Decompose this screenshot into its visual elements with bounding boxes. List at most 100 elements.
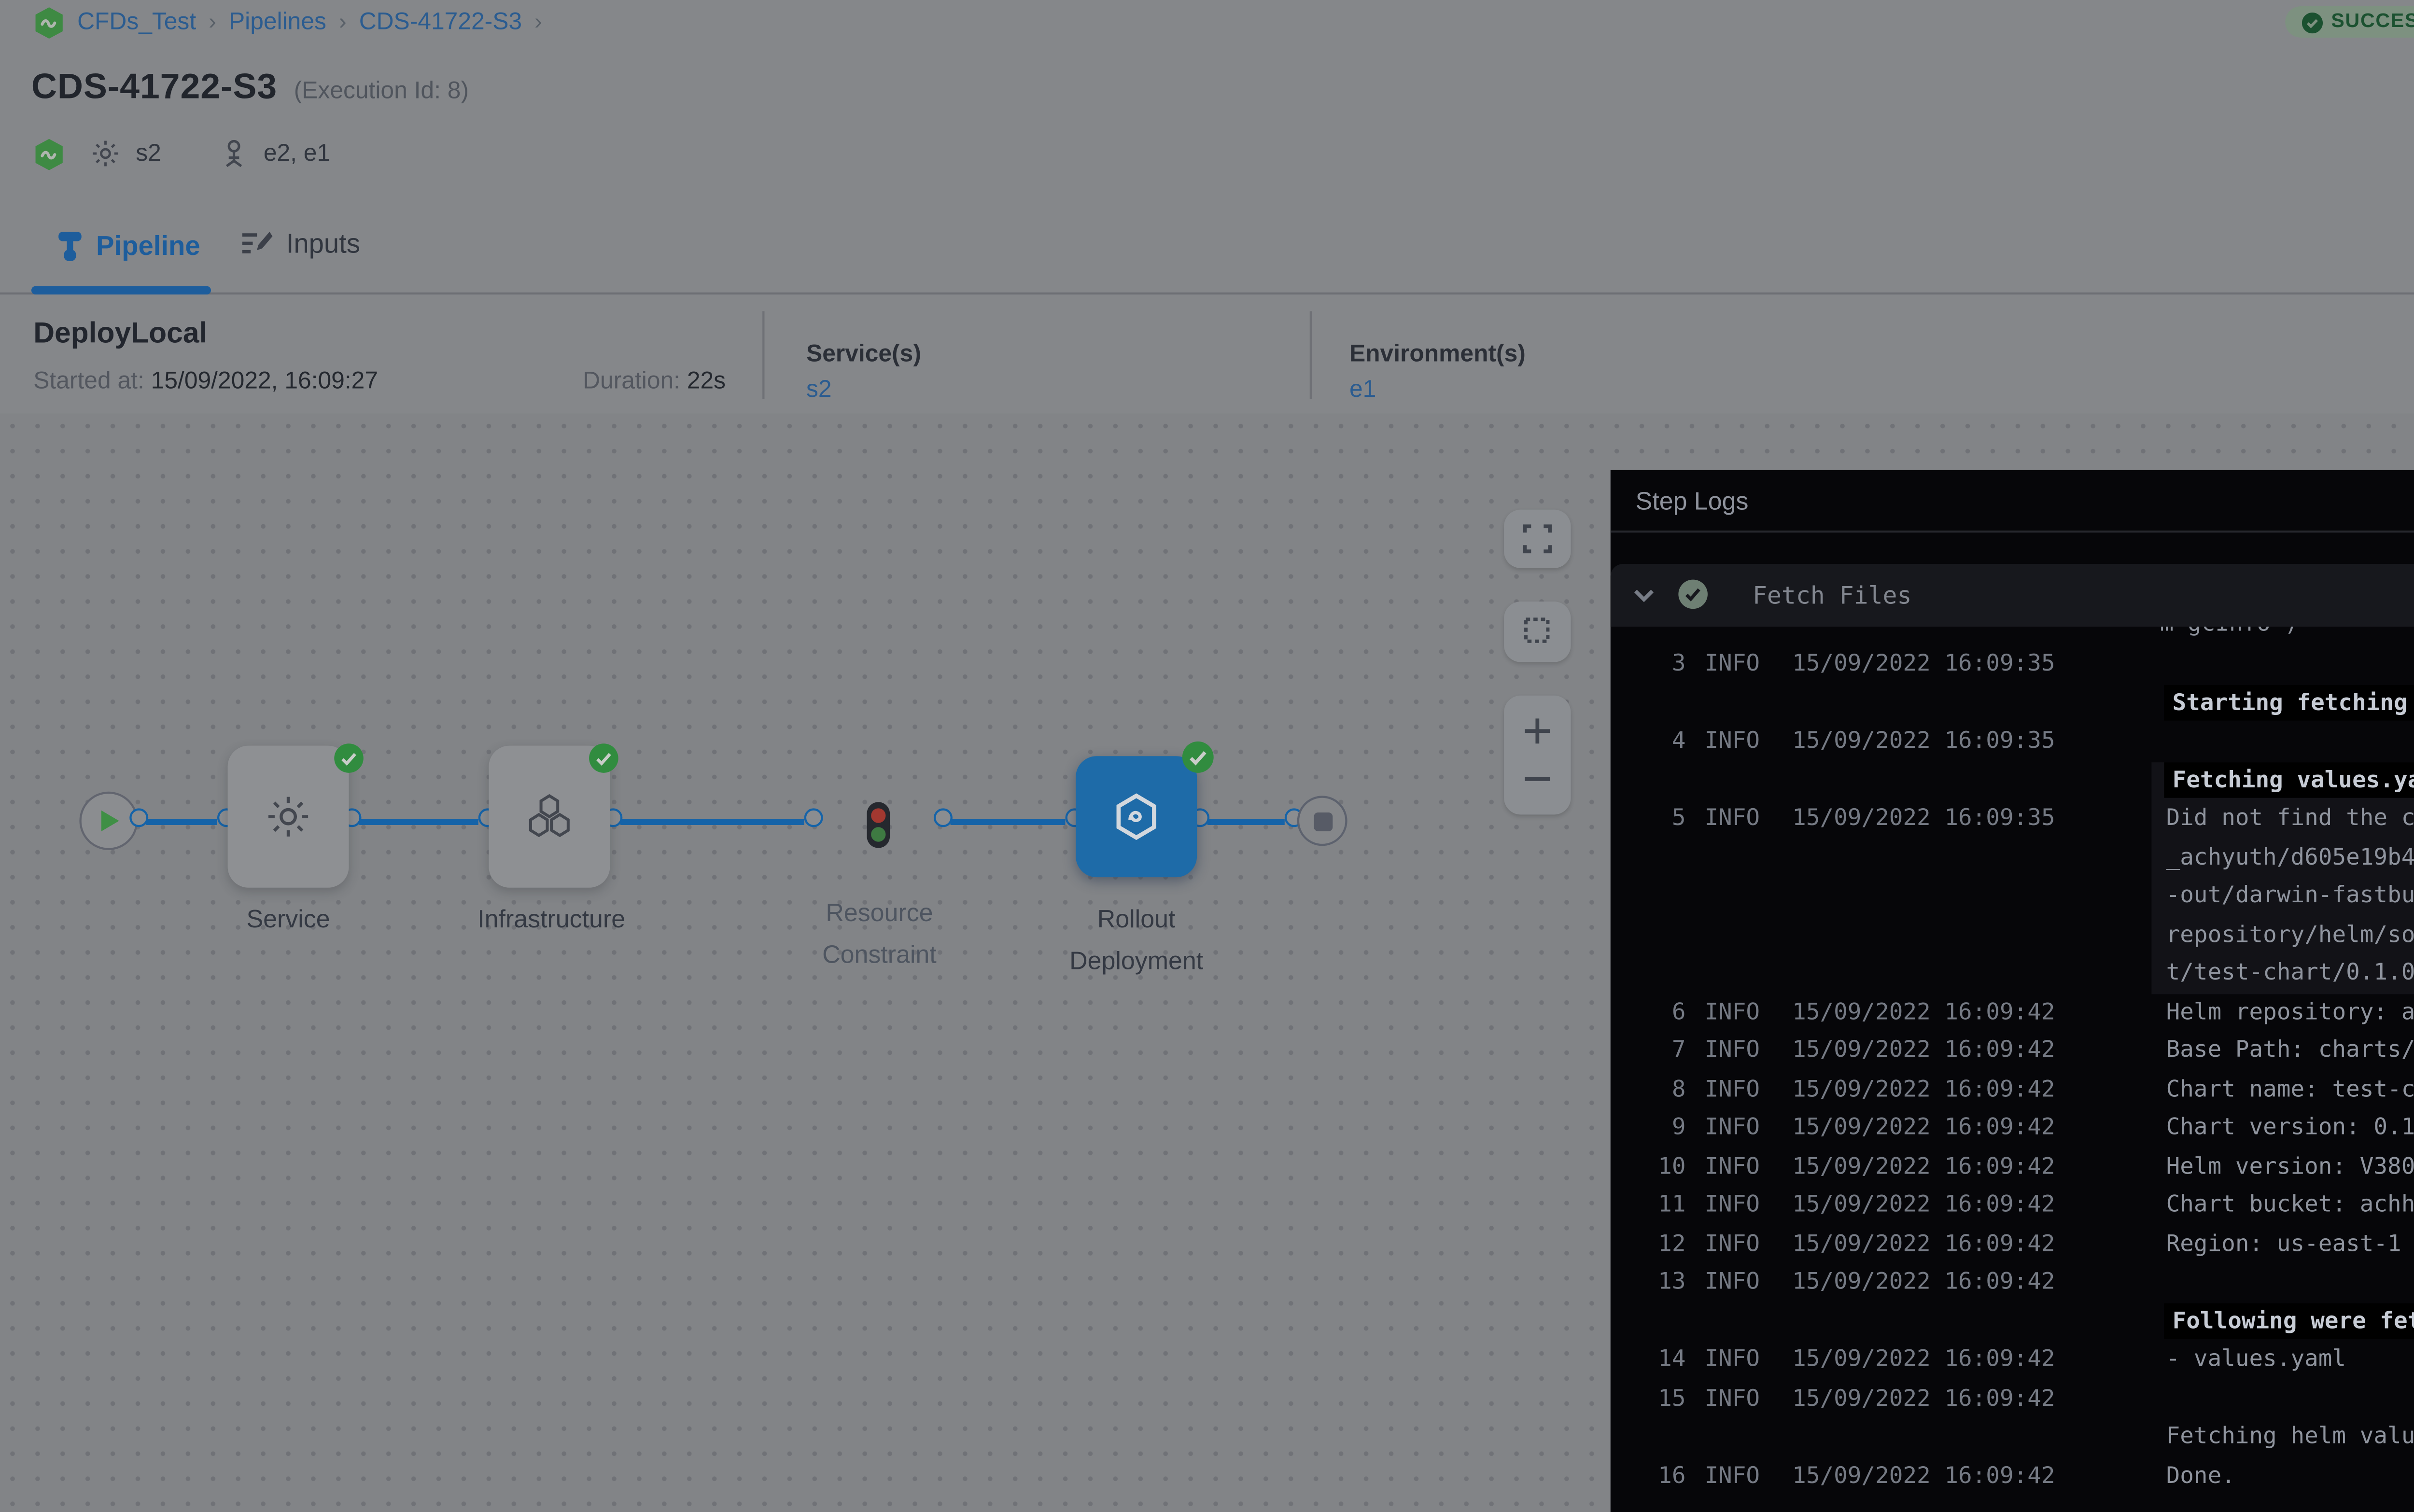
log-row[interactable]: 6INFO15/09/2022 16:09:42Helm repository:… <box>1611 993 2414 1032</box>
g-num: 12 <box>1636 1225 1686 1264</box>
g-ts: 15/09/2022 16:09:42 <box>1792 1457 2055 1496</box>
edge <box>359 818 478 825</box>
edge <box>951 818 1066 825</box>
g-level: INFO <box>1704 1264 1760 1302</box>
active-tab-underline <box>31 286 211 294</box>
log-line: Chart version: 0.1.0 <box>2166 1109 2414 1148</box>
log-row[interactable]: 11INFO15/09/2022 16:09:42Chart bucket: a… <box>1611 1186 2414 1225</box>
fullscreen-icon <box>1523 524 1552 554</box>
log-row[interactable]: 8INFO15/09/2022 16:09:42Chart name: test… <box>1611 1070 2414 1109</box>
g-num: 5 <box>1636 800 1686 839</box>
stop-icon <box>1313 812 1332 830</box>
log-row[interactable]: 3INFO15/09/2022 16:09:35Starting fetchin… <box>1611 645 2414 723</box>
app-viewport: CFDs_Test › Pipelines › CDS-41722-S3 › C… <box>0 0 2414 1512</box>
environment-tag[interactable]: e2, e1 <box>264 141 330 166</box>
g-level: INFO <box>1704 1380 1760 1418</box>
log-line <box>2166 723 2414 761</box>
environments-label: Environment(s) <box>1349 343 1526 368</box>
log-row[interactable]: 15INFO15/09/2022 16:09:42Fetching helm v… <box>1611 1380 2414 1457</box>
log-line: Following were fetched successfully : <box>2166 1302 2414 1341</box>
log-line: _achyuth/d605e19b46448ceaacb01fb4c19633a… <box>2166 839 2414 877</box>
tab-pipeline[interactable]: Pipeline <box>56 228 200 264</box>
g-level: INFO <box>1704 645 1760 684</box>
log-row[interactable]: 4INFO15/09/2022 16:09:35 <box>1611 723 2414 761</box>
g-num: 10 <box>1636 1148 1686 1186</box>
services-value[interactable]: s2 <box>806 378 832 403</box>
log-line: repository/helm/source/93602db7-89f2-317… <box>2166 916 2414 954</box>
service-node-label: Service <box>184 898 393 940</box>
tab-inputs[interactable]: Inputs <box>240 228 360 259</box>
g-ts: 15/09/2022 16:09:42 <box>1792 1186 2055 1225</box>
log-row[interactable]: 10INFO15/09/2022 16:09:42Helm version: V… <box>1611 1148 2414 1186</box>
log-line: Fetching values.yaml from helm chart rep… <box>2166 761 2414 800</box>
log-row[interactable]: 9INFO15/09/2022 16:09:42Chart version: 0… <box>1611 1109 2414 1148</box>
g-level: INFO <box>1704 1341 1760 1380</box>
play-icon <box>97 808 120 833</box>
log-line: Chart bucket: achhelmbucket <box>2166 1186 2414 1225</box>
g-level: INFO <box>1704 993 1760 1032</box>
log-row[interactable]: 14INFO15/09/2022 16:09:42- values.yaml <box>1611 1341 2414 1380</box>
services-label: Service(s) <box>806 343 921 368</box>
g-num: 4 <box>1636 723 1686 761</box>
start-node[interactable] <box>79 792 138 850</box>
g-level: INFO <box>1704 1032 1760 1070</box>
stage-duration: Duration: 22s <box>583 370 726 395</box>
breadcrumb-separator: › <box>339 11 347 36</box>
rollout-deployment-node[interactable] <box>1076 756 1197 877</box>
breadcrumb: CFDs_Test › Pipelines › CDS-41722-S3 › <box>33 6 542 40</box>
g-ts: 15/09/2022 16:09:35 <box>1792 723 2055 761</box>
execution-id: (Execution Id: 8) <box>294 79 469 104</box>
service-tag[interactable]: s2 <box>136 141 161 166</box>
resource-constraint-label: Resource Constraint <box>775 892 984 975</box>
chevron-down-icon[interactable] <box>1631 583 1656 608</box>
g-num: 16 <box>1636 1457 1686 1496</box>
resource-constraint-node[interactable] <box>867 802 890 848</box>
log-row[interactable]: 16INFO15/09/2022 16:09:42Done. <box>1611 1457 2414 1496</box>
end-node <box>1297 796 1347 846</box>
g-num: 8 <box>1636 1070 1686 1109</box>
breadcrumb-separator: › <box>534 11 542 36</box>
log-section-header[interactable]: Fetch Files ↑ ↓ 9s <box>1611 564 2414 627</box>
g-num: 13 <box>1636 1264 1686 1302</box>
g-num: 7 <box>1636 1032 1686 1070</box>
rollout-deployment-label: Rollout Deployment <box>1032 898 1241 981</box>
g-ts: 15/09/2022 16:09:35 <box>1792 645 2055 684</box>
log-row[interactable]: 13 INFO 15/09/2022 16:09:42 Following were … <box>1611 1264 2414 1341</box>
log-line: -out/darwin-fastbuild/bin/260-delegate/e… <box>2166 877 2414 916</box>
g-ts: 15/09/2022 16:09:42 <box>1792 1032 2055 1070</box>
g-level: INFO <box>1704 1070 1760 1109</box>
port <box>803 807 822 826</box>
breadcrumb-pipeline[interactable]: CDS-41722-S3 <box>359 11 522 36</box>
g-ts: 15/09/2022 16:09:42 <box>1792 1264 2055 1302</box>
environment-icon <box>220 138 249 169</box>
g-level: INFO <box>1704 1109 1760 1148</box>
status-badge: SUCCESS <box>2285 6 2414 38</box>
g-ts: 15/09/2022 16:09:35 <box>1792 800 2055 839</box>
log-row[interactable]: 12INFO15/09/2022 16:09:42Region: us-east… <box>1611 1225 2414 1264</box>
divider <box>1310 311 1312 399</box>
log-line <box>2166 645 2414 684</box>
log-row[interactable]: 5INFO15/09/2022 16:09:35Fetching values.… <box>1611 761 2414 993</box>
service-gear-icon <box>263 792 313 842</box>
select-region-button[interactable] <box>1504 602 1571 662</box>
divider <box>762 311 764 399</box>
g-level: INFO <box>1704 1186 1760 1225</box>
breadcrumb-project[interactable]: CFDs_Test <box>77 11 196 36</box>
service-node[interactable] <box>228 746 349 888</box>
zoom-out-icon[interactable] <box>1523 765 1552 795</box>
harness-logo-icon <box>33 6 65 40</box>
log-line: Done. <box>2166 1457 2414 1496</box>
log-panel-title: Step Logs <box>1636 487 1749 516</box>
environments-value[interactable]: e1 <box>1349 378 1376 403</box>
log-line: Helm version: V380 <box>2166 1148 2414 1186</box>
breadcrumb-pipelines[interactable]: Pipelines <box>229 11 326 36</box>
log-line: Fetching helm values completed successfu… <box>2166 1418 2414 1457</box>
g-ts: 15/09/2022 16:09:42 <box>1792 1341 2055 1380</box>
zoom-controls <box>1504 696 1571 815</box>
log-line: Did not find the chart and version in lo… <box>2166 800 2414 839</box>
log-row[interactable]: 7INFO15/09/2022 16:09:42Base Path: chart… <box>1611 1032 2414 1070</box>
success-check-icon <box>2302 12 2323 32</box>
infrastructure-success-icon <box>589 743 618 773</box>
fullscreen-button[interactable] <box>1504 510 1571 568</box>
zoom-in-icon[interactable] <box>1523 716 1552 745</box>
